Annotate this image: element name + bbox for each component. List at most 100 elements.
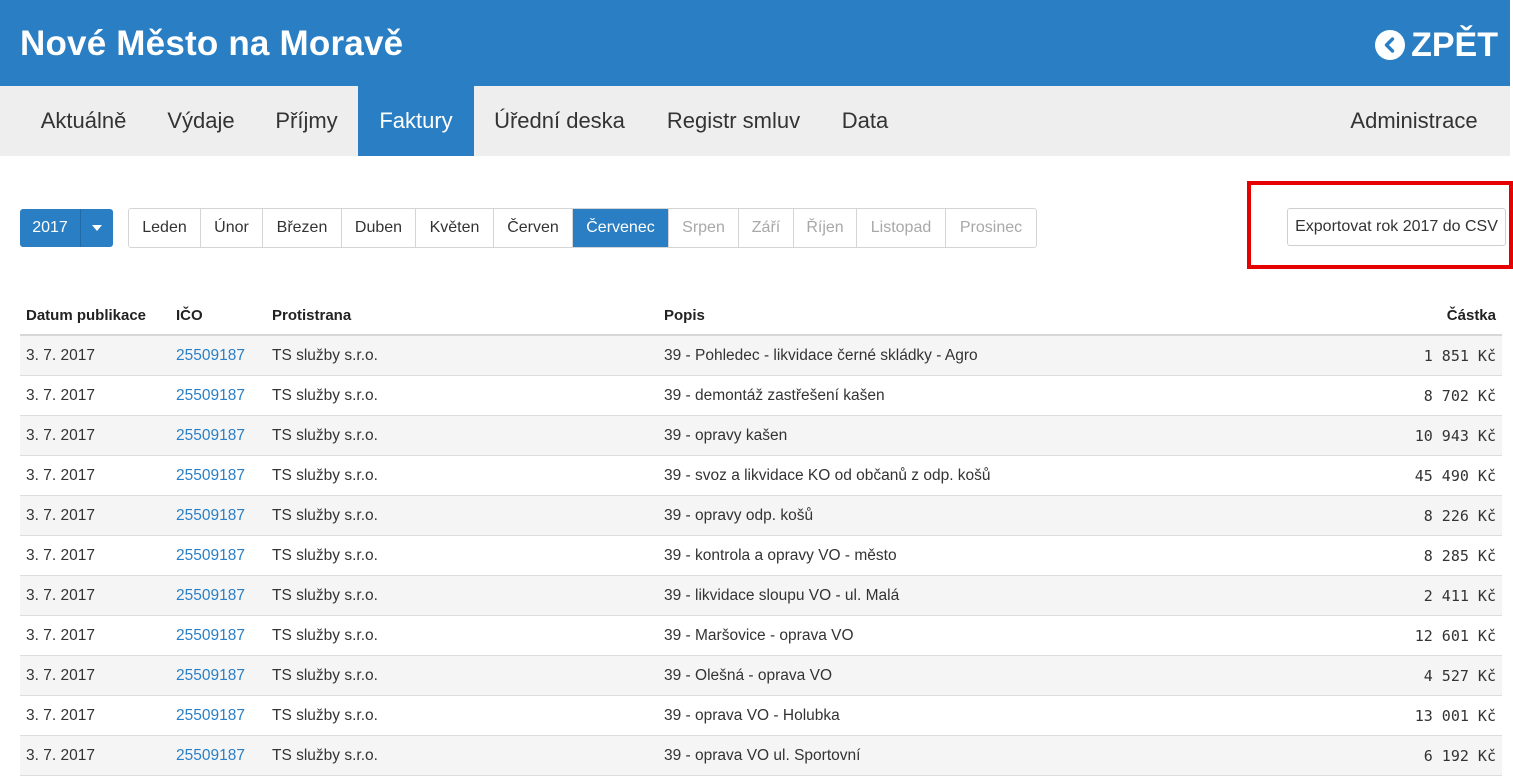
cell-amount: 8 702 Kč — [1319, 375, 1502, 416]
cell-party: TS služby s.r.o. — [266, 415, 658, 456]
nav-item-uredni-deska[interactable]: Úřední deska — [474, 86, 645, 156]
cell-party: TS služby s.r.o. — [266, 535, 658, 576]
nav-item-administrace[interactable]: Administrace — [1327, 86, 1501, 156]
nav-item-faktury[interactable]: Faktury — [358, 86, 474, 156]
cell-ico-link[interactable]: 25509187 — [170, 735, 266, 776]
cell-description: 39 - kontrola a opravy VO - město — [658, 535, 1320, 576]
cell-ico-link[interactable]: 25509187 — [170, 335, 266, 376]
table-row[interactable]: 3. 7. 2017 25509187 TS služby s.r.o. 39 … — [20, 535, 1502, 576]
column-header-date[interactable]: Datum publikace — [20, 296, 170, 336]
cell-description: 39 - oprava VO - Holubka — [658, 695, 1320, 736]
cell-date: 3. 7. 2017 — [20, 535, 170, 576]
cell-description: 39 - demontáž zastřešení kašen — [658, 375, 1320, 416]
table-row[interactable]: 3. 7. 2017 25509187 TS služby s.r.o. 39 … — [20, 695, 1502, 736]
nav-item-vydaje[interactable]: Výdaje — [147, 86, 255, 156]
cell-date: 3. 7. 2017 — [20, 375, 170, 416]
cell-date: 3. 7. 2017 — [20, 735, 170, 776]
cell-party: TS služby s.r.o. — [266, 495, 658, 536]
cell-amount: 4 527 Kč — [1319, 655, 1502, 696]
back-label: ZPĚT — [1411, 25, 1498, 64]
month-cerven[interactable]: Červen — [494, 209, 573, 247]
cell-party: TS služby s.r.o. — [266, 375, 658, 416]
site-title[interactable]: Nové Město na Moravě — [20, 24, 403, 64]
nav-item-data[interactable]: Data — [822, 86, 908, 156]
month-zari: Září — [739, 209, 794, 247]
month-kveten[interactable]: Květen — [416, 209, 494, 247]
invoices-table: Datum publikace IČO Protistrana Popis Čá… — [20, 296, 1502, 776]
cell-description: 39 - Pohledec - likvidace černé skládky … — [658, 335, 1320, 376]
cell-description: 39 - likvidace sloupu VO - ul. Malá — [658, 575, 1320, 616]
cell-party: TS služby s.r.o. — [266, 575, 658, 616]
cell-description: 39 - opravy kašen — [658, 415, 1320, 456]
table-row[interactable]: 3. 7. 2017 25509187 TS služby s.r.o. 39 … — [20, 415, 1502, 456]
cell-party: TS služby s.r.o. — [266, 335, 658, 376]
cell-date: 3. 7. 2017 — [20, 575, 170, 616]
cell-date: 3. 7. 2017 — [20, 615, 170, 656]
cell-ico-link[interactable]: 25509187 — [170, 575, 266, 616]
month-rijen: Říjen — [794, 209, 857, 247]
year-label: 2017 — [32, 219, 68, 236]
column-header-amount[interactable]: Částka — [1319, 296, 1502, 336]
cell-ico-link[interactable]: 25509187 — [170, 455, 266, 496]
cell-party: TS služby s.r.o. — [266, 735, 658, 776]
month-listopad: Listopad — [857, 209, 946, 247]
cell-amount: 1 851 Kč — [1319, 335, 1502, 376]
cell-ico-link[interactable]: 25509187 — [170, 615, 266, 656]
cell-description: 39 - oprava VO ul. Sportovní — [658, 735, 1320, 776]
cell-amount: 13 001 Kč — [1319, 695, 1502, 736]
table-row[interactable]: 3. 7. 2017 25509187 TS služby s.r.o. 39 … — [20, 575, 1502, 616]
month-unor[interactable]: Únor — [201, 209, 263, 247]
nav-item-aktualne[interactable]: Aktuálně — [20, 86, 147, 156]
cell-party: TS služby s.r.o. — [266, 655, 658, 696]
cell-amount: 8 226 Kč — [1319, 495, 1502, 536]
cell-amount: 10 943 Kč — [1319, 415, 1502, 456]
table-row[interactable]: 3. 7. 2017 25509187 TS služby s.r.o. 39 … — [20, 375, 1502, 416]
cell-date: 3. 7. 2017 — [20, 415, 170, 456]
table-row[interactable]: 3. 7. 2017 25509187 TS služby s.r.o. 39 … — [20, 655, 1502, 696]
cell-description: 39 - Olešná - oprava VO — [658, 655, 1320, 696]
table-row[interactable]: 3. 7. 2017 25509187 TS služby s.r.o. 39 … — [20, 615, 1502, 656]
cell-ico-link[interactable]: 25509187 — [170, 375, 266, 416]
cell-date: 3. 7. 2017 — [20, 655, 170, 696]
column-header-description[interactable]: Popis — [658, 296, 1320, 336]
cell-description: 39 - Maršovice - oprava VO — [658, 615, 1320, 656]
month-leden[interactable]: Leden — [129, 209, 201, 247]
cell-date: 3. 7. 2017 — [20, 455, 170, 496]
cell-description: 39 - opravy odp. košů — [658, 495, 1320, 536]
cell-ico-link[interactable]: 25509187 — [170, 415, 266, 456]
table-row[interactable]: 3. 7. 2017 25509187 TS služby s.r.o. 39 … — [20, 335, 1502, 376]
chevron-left-circle-icon — [1375, 30, 1406, 60]
month-duben[interactable]: Duben — [342, 209, 416, 247]
month-brezen[interactable]: Březen — [263, 209, 342, 247]
back-link[interactable]: ZPĚT — [1375, 25, 1498, 64]
month-selector: Leden Únor Březen Duben Květen Červen Če… — [128, 208, 1037, 248]
highlight-annotation-box — [1247, 181, 1513, 269]
caret-down-icon — [80, 209, 113, 247]
year-dropdown[interactable]: 2017 — [20, 209, 113, 247]
cell-amount: 2 411 Kč — [1319, 575, 1502, 616]
nav-item-registr-smluv[interactable]: Registr smluv — [645, 86, 822, 156]
month-srpen: Srpen — [669, 209, 739, 247]
column-header-ico[interactable]: IČO — [170, 296, 266, 336]
cell-party: TS služby s.r.o. — [266, 615, 658, 656]
cell-amount: 45 490 Kč — [1319, 455, 1502, 496]
cell-date: 3. 7. 2017 — [20, 495, 170, 536]
month-prosinec: Prosinec — [959, 219, 1023, 236]
cell-amount: 12 601 Kč — [1319, 615, 1502, 656]
cell-amount: 6 192 Kč — [1319, 735, 1502, 776]
site-header: Nové Město na Moravě ZPĚT — [0, 0, 1510, 86]
cell-ico-link[interactable]: 25509187 — [170, 695, 266, 736]
column-header-party[interactable]: Protistrana — [266, 296, 658, 336]
table-row[interactable]: 3. 7. 2017 25509187 TS služby s.r.o. 39 … — [20, 495, 1502, 536]
table-row[interactable]: 3. 7. 2017 25509187 TS služby s.r.o. 39 … — [20, 735, 1502, 776]
cell-ico-link[interactable]: 25509187 — [170, 655, 266, 696]
nav-item-prijmy[interactable]: Příjmy — [255, 86, 358, 156]
table-header-row: Datum publikace IČO Protistrana Popis Čá… — [20, 296, 1502, 336]
cell-ico-link[interactable]: 25509187 — [170, 495, 266, 536]
cell-description: 39 - svoz a likvidace KO od občanů z odp… — [658, 455, 1320, 496]
main-nav: Aktuálně Výdaje Příjmy Faktury Úřední de… — [0, 86, 1510, 156]
cell-amount: 8 285 Kč — [1319, 535, 1502, 576]
month-cervenec[interactable]: Červenec — [573, 209, 669, 247]
table-row[interactable]: 3. 7. 2017 25509187 TS služby s.r.o. 39 … — [20, 455, 1502, 496]
cell-ico-link[interactable]: 25509187 — [170, 535, 266, 576]
